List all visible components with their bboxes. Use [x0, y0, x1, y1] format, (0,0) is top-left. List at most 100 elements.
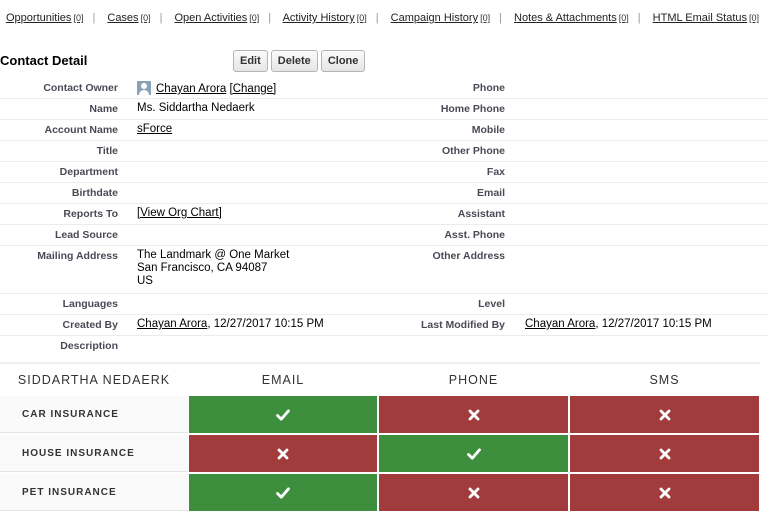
delete-button[interactable]: Delete: [270, 50, 318, 72]
field-row: Languages Level: [0, 294, 768, 315]
matrix-header: SIDDARTHA NEDAERK EMAIL PHONE SMS: [0, 364, 760, 396]
field-row: Title Other Phone: [0, 141, 768, 162]
fax-label: Fax: [486, 166, 505, 178]
field-row: Account Name sForce Mobile: [0, 120, 768, 141]
count-html-email-status: [0]: [749, 13, 760, 23]
mailing-address-value: The Landmark @ One Market San Francisco,…: [137, 249, 289, 288]
row-label: HOUSE INSURANCE: [0, 435, 188, 472]
matrix-cell[interactable]: [379, 396, 568, 433]
matrix-cell[interactable]: [379, 435, 568, 472]
mailing-address-label: Mailing Address: [37, 250, 118, 262]
created-by-user-link[interactable]: Chayan Arora: [137, 318, 207, 330]
count-cases: [0]: [140, 13, 151, 23]
link-open-activities[interactable]: Open Activities: [175, 12, 248, 24]
count-opportunities: [0]: [73, 13, 84, 23]
link-campaign-history[interactable]: Campaign History: [391, 12, 478, 24]
field-row: Created By Chayan Arora, 12/27/2017 10:1…: [0, 315, 768, 336]
column-header-email: EMAIL: [261, 373, 305, 387]
check-icon: [276, 408, 290, 421]
cross-icon: [659, 409, 670, 420]
separator: |: [499, 12, 502, 24]
matrix-cell[interactable]: [189, 474, 377, 511]
count-open-activities: [0]: [249, 13, 260, 23]
last-modified-by-value: Chayan Arora, 12/27/2017 10:15 PM: [525, 318, 712, 330]
assistant-label: Assistant: [457, 208, 505, 220]
count-campaign-history: [0]: [480, 13, 491, 23]
link-opportunities[interactable]: Opportunities: [6, 12, 71, 24]
account-name-link[interactable]: sForce: [137, 123, 172, 135]
edit-button[interactable]: Edit: [233, 50, 268, 72]
department-label: Department: [59, 166, 118, 178]
separator: |: [159, 12, 163, 24]
last-modified-by-user-link[interactable]: Chayan Arora: [525, 318, 595, 330]
link-cases[interactable]: Cases: [107, 12, 138, 24]
matrix-cell[interactable]: [570, 435, 759, 472]
cross-icon: [468, 487, 479, 498]
matrix-body: CAR INSURANCE HOUSE INSURANCE PET INSURA…: [0, 396, 760, 513]
row-label: PET INSURANCE: [0, 474, 188, 511]
languages-label: Languages: [62, 298, 118, 310]
matrix-row: HOUSE INSURANCE: [0, 435, 760, 474]
matrix-corner-label: SIDDARTHA NEDAERK: [17, 373, 171, 387]
address-line: The Landmark @ One Market: [137, 249, 290, 261]
name-value: Ms. Siddartha Nedaerk: [137, 102, 255, 114]
mobile-label: Mobile: [471, 124, 505, 136]
other-address-label: Other Address: [432, 250, 505, 262]
link-notes-attachments[interactable]: Notes & Attachments: [514, 12, 617, 24]
count-activity-history: [0]: [356, 13, 367, 23]
separator: |: [637, 12, 641, 24]
contact-owner-value: Chayan Arora [Change]: [137, 81, 276, 95]
reports-to-label: Reports To: [63, 208, 118, 220]
matrix-cell[interactable]: [189, 435, 377, 472]
link-html-email-status[interactable]: HTML Email Status: [653, 12, 747, 24]
last-modified-by-label: Last Modified By: [420, 319, 505, 331]
asst-phone-label: Asst. Phone: [444, 229, 505, 241]
contact-detail-section: Contact Owner Chayan Arora [Change] Phon…: [0, 78, 768, 357]
cross-icon: [659, 487, 670, 498]
level-label: Level: [478, 298, 505, 310]
matrix-cell[interactable]: [570, 396, 759, 433]
page-title: Contact Detail: [0, 53, 88, 68]
birthdate-label: Birthdate: [71, 187, 118, 199]
clone-button[interactable]: Clone: [320, 50, 366, 72]
name-label: Name: [89, 103, 118, 115]
field-row: Name Ms. Siddartha Nedaerk Home Phone: [0, 99, 768, 120]
description-label: Description: [60, 340, 118, 352]
row-label: CAR INSURANCE: [0, 396, 188, 433]
address-line: San Francisco, CA 94087: [137, 262, 268, 274]
email-label: Email: [476, 187, 505, 199]
address-line: US: [137, 275, 153, 287]
link-activity-history[interactable]: Activity History: [283, 12, 355, 24]
field-row: Contact Owner Chayan Arora [Change] Phon…: [0, 78, 768, 99]
change-owner-link[interactable]: [Change]: [230, 83, 277, 95]
matrix-cell[interactable]: [570, 474, 759, 511]
contact-owner-label: Contact Owner: [43, 82, 118, 94]
view-org-chart-link[interactable]: [View Org Chart]: [137, 207, 222, 219]
field-row: Birthdate Email: [0, 183, 768, 204]
matrix-row: CAR INSURANCE: [0, 396, 760, 435]
count-notes-attachments: [0]: [618, 13, 629, 23]
created-by-label: Created By: [62, 319, 118, 331]
field-row: Mailing Address The Landmark @ One Marke…: [0, 246, 768, 294]
cross-icon: [277, 448, 289, 459]
account-name-label: Account Name: [44, 124, 118, 136]
field-row: Description: [0, 336, 768, 357]
matrix-cell[interactable]: [189, 396, 377, 433]
separator: |: [375, 12, 379, 24]
home-phone-label: Home Phone: [440, 103, 505, 115]
matrix-cell[interactable]: [379, 474, 568, 511]
user-avatar-icon: [137, 81, 151, 95]
cross-icon: [659, 448, 670, 459]
matrix-row: PET INSURANCE: [0, 474, 760, 513]
contact-owner-link[interactable]: Chayan Arora: [156, 83, 226, 95]
field-row: Lead Source Asst. Phone: [0, 225, 768, 246]
separator: |: [268, 12, 272, 24]
created-by-timestamp: , 12/27/2017 10:15 PM: [207, 318, 324, 330]
check-icon: [276, 486, 290, 499]
phone-label: Phone: [472, 82, 505, 94]
lead-source-label: Lead Source: [54, 229, 118, 241]
related-list-links: Opportunities [0] | Cases [0] | Open Activit…: [6, 12, 766, 28]
separator: |: [92, 12, 96, 24]
last-modified-timestamp: , 12/27/2017 10:15 PM: [595, 318, 712, 330]
field-row: Department Fax: [0, 162, 768, 183]
